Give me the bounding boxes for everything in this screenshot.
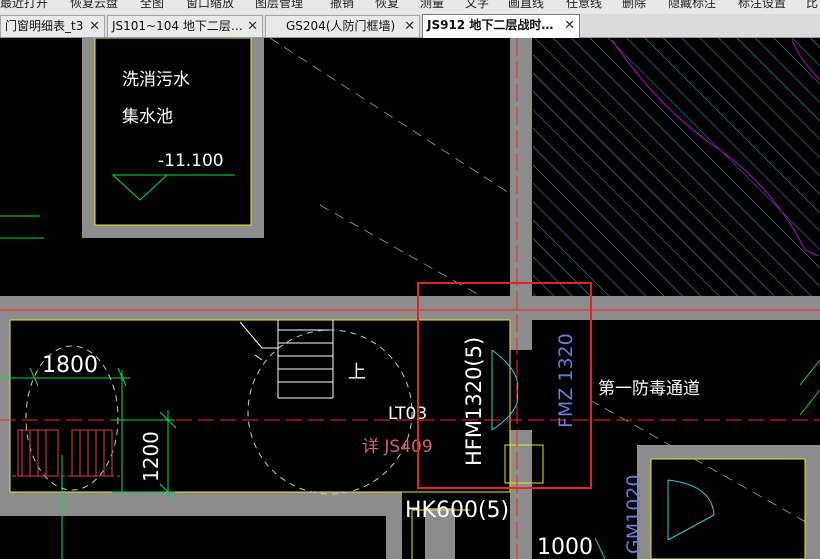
menu-undo[interactable]: 撤销 <box>330 0 354 11</box>
door-hfm-label: HFM1320(5) <box>462 337 486 466</box>
door-gm-label: GM1020 <box>623 475 645 554</box>
stair-up-label: 上 <box>348 362 366 383</box>
red-cabinet-detail <box>12 429 120 477</box>
menu-measure[interactable]: 测量 <box>420 0 444 11</box>
room-label-line2: 集水池 <box>122 107 173 127</box>
tab-label: JS101~104 地下二层… <box>112 19 243 33</box>
tab-door-window-schedule[interactable]: 门窗明细表_t3 ✕ <box>0 15 105 37</box>
tab-gs204[interactable]: GS204(人防门框墙) ✕ <box>265 15 420 37</box>
menu-line[interactable]: 画直线 <box>508 0 544 11</box>
menu-delete[interactable]: 删除 <box>622 0 646 11</box>
tab-js912[interactable]: JS912 地下二层战时… ✕ <box>422 14 580 38</box>
menu-dim-settings[interactable]: 标注设置 <box>738 0 786 11</box>
close-icon[interactable]: ✕ <box>404 16 415 37</box>
close-icon[interactable]: ✕ <box>247 16 258 37</box>
menu-redo[interactable]: 恢复 <box>375 0 399 11</box>
dimension-1200: 1200 <box>139 431 163 482</box>
tab-label: 门窗明细表_t3 <box>5 19 84 33</box>
menu-recent[interactable]: 最近打开 <box>0 0 48 11</box>
menu-hide-dims[interactable]: 隐藏标注 <box>668 0 716 11</box>
menu-more[interactable]: 比 <box>806 0 818 11</box>
opening-hk-label: HK600(5) <box>405 498 509 523</box>
top-menu-bar: 最近打开 恢复云盘 全图 窗口缩放 图层管理 撤销 恢复 测量 文字 画直线 任… <box>0 0 820 14</box>
menu-cloud[interactable]: 恢复云盘 <box>70 0 118 11</box>
hatched-area <box>533 38 820 296</box>
stair-id-label: LT03 <box>388 404 427 424</box>
dimension-1800: 1800 <box>42 353 98 378</box>
close-icon[interactable]: ✕ <box>89 16 100 37</box>
tab-label: GS204(人防门框墙) <box>286 19 396 33</box>
door-fmz-label: FMZ 1320 <box>555 333 577 428</box>
stair-reference: 详 JS409 <box>362 437 433 457</box>
menu-layers[interactable]: 图层管理 <box>255 0 303 11</box>
passage-label: 第一防毒通道 <box>598 379 700 399</box>
cad-drawing-canvas[interactable]: 洗消污水 集水池 -11.100 1800 1200 上 LT03 详 JS40… <box>0 38 820 559</box>
menu-text[interactable]: 文字 <box>465 0 489 11</box>
tab-label: JS912 地下二层战时… <box>427 18 554 32</box>
menu-polyline[interactable]: 任意线 <box>566 0 602 11</box>
tab-js101-104[interactable]: JS101~104 地下二层… ✕ <box>107 15 263 37</box>
menu-window-zoom[interactable]: 窗口缩放 <box>186 0 234 11</box>
elevation-marker <box>111 174 169 201</box>
dimension-1000: 1000 <box>537 535 593 559</box>
close-icon[interactable]: ✕ <box>564 15 575 36</box>
document-tab-bar: 门窗明细表_t3 ✕ JS101~104 地下二层… ✕ GS204(人防门框墙… <box>0 14 820 38</box>
room-label-line1: 洗消污水 <box>122 70 190 90</box>
menu-fit-all[interactable]: 全图 <box>140 0 164 11</box>
stair <box>25 320 413 495</box>
elevation-label: -11.100 <box>158 151 224 171</box>
